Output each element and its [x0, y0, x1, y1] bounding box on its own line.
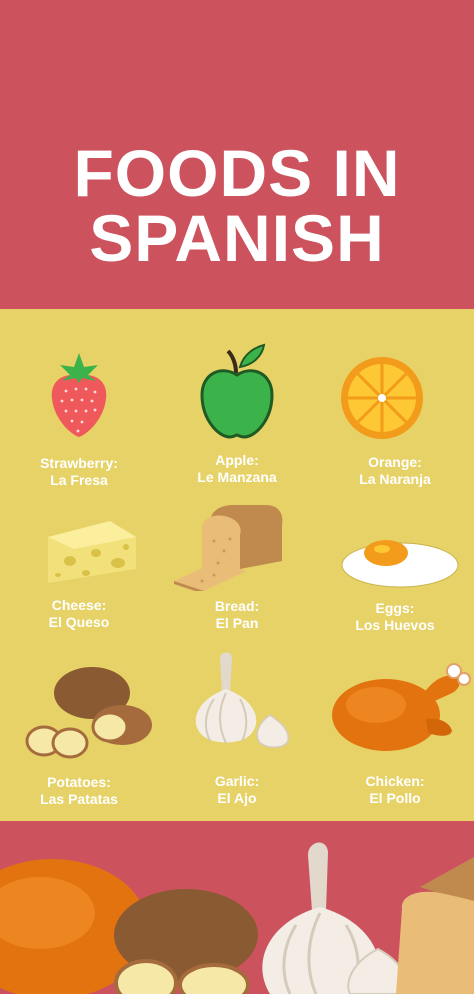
english-name: Orange:: [368, 454, 422, 470]
food-label: Apple: Le Manzana: [158, 452, 316, 486]
food-label: Eggs: Los Huevos: [316, 600, 474, 634]
food-item-chicken: Chicken: El Pollo: [316, 649, 474, 821]
spanish-name: La Naranja: [359, 471, 431, 487]
food-label: Bread: El Pan: [158, 598, 316, 632]
header-banner: FOODS IN SPANISH: [0, 0, 474, 309]
english-name: Bread:: [214, 598, 260, 614]
food-label: Cheese: El Queso: [0, 597, 158, 631]
food-label: Chicken: El Pollo: [316, 773, 474, 807]
english-name: Strawberry:: [40, 455, 118, 471]
infographic: FOODS IN SPANISH Strawberry: La Fresa Ap…: [0, 0, 474, 994]
potato-icon: [25, 667, 152, 759]
food-item-orange: Orange: La Naranja: [316, 309, 474, 489]
spanish-name: El Pollo: [369, 790, 421, 806]
food-grid: Strawberry: La Fresa Apple: Le Manzana O…: [0, 309, 474, 821]
english-name: Chicken:: [365, 773, 425, 789]
spanish-name: El Queso: [48, 614, 110, 630]
food-item-bread: Bread: El Pan: [158, 489, 316, 649]
food-label: Strawberry: La Fresa: [0, 455, 158, 489]
english-name: Eggs:: [375, 600, 415, 616]
apple-icon: [200, 343, 274, 439]
food-item-garlic: Garlic: El Ajo: [158, 649, 316, 821]
bread-icon: [174, 505, 283, 591]
food-item-apple: Apple: Le Manzana: [158, 309, 316, 489]
english-name: Apple:: [215, 452, 259, 468]
title-line-1: FOODS IN: [73, 136, 401, 210]
food-item-strawberry: Strawberry: La Fresa: [0, 309, 158, 489]
spanish-name: El Pan: [215, 615, 259, 631]
food-label: Orange: La Naranja: [316, 454, 474, 488]
title-line-2: SPANISH: [89, 201, 385, 275]
cheese-icon: [48, 521, 136, 583]
spanish-name: Los Huevos: [355, 617, 435, 633]
footer-banner: [0, 821, 474, 994]
strawberry-icon: [51, 353, 107, 437]
english-name: Potatoes:: [47, 774, 111, 790]
food-item-potatoes: Potatoes: Las Patatas: [0, 649, 158, 821]
orange-icon: [341, 357, 423, 439]
spanish-name: Le Manzana: [197, 469, 277, 485]
food-item-cheese: Cheese: El Queso: [0, 489, 158, 649]
food-collage-illustration: [0, 842, 474, 994]
egg-icon: [341, 540, 459, 588]
garlic-icon: [195, 652, 290, 748]
spanish-name: El Ajo: [217, 790, 257, 806]
chicken-icon: [332, 663, 471, 751]
food-label: Garlic: El Ajo: [158, 773, 316, 807]
food-item-eggs: Eggs: Los Huevos: [316, 489, 474, 649]
english-name: Garlic:: [214, 773, 260, 789]
spanish-name: Las Patatas: [40, 791, 118, 807]
english-name: Cheese:: [51, 597, 107, 613]
spanish-name: La Fresa: [50, 472, 108, 488]
food-label: Potatoes: Las Patatas: [0, 774, 158, 808]
